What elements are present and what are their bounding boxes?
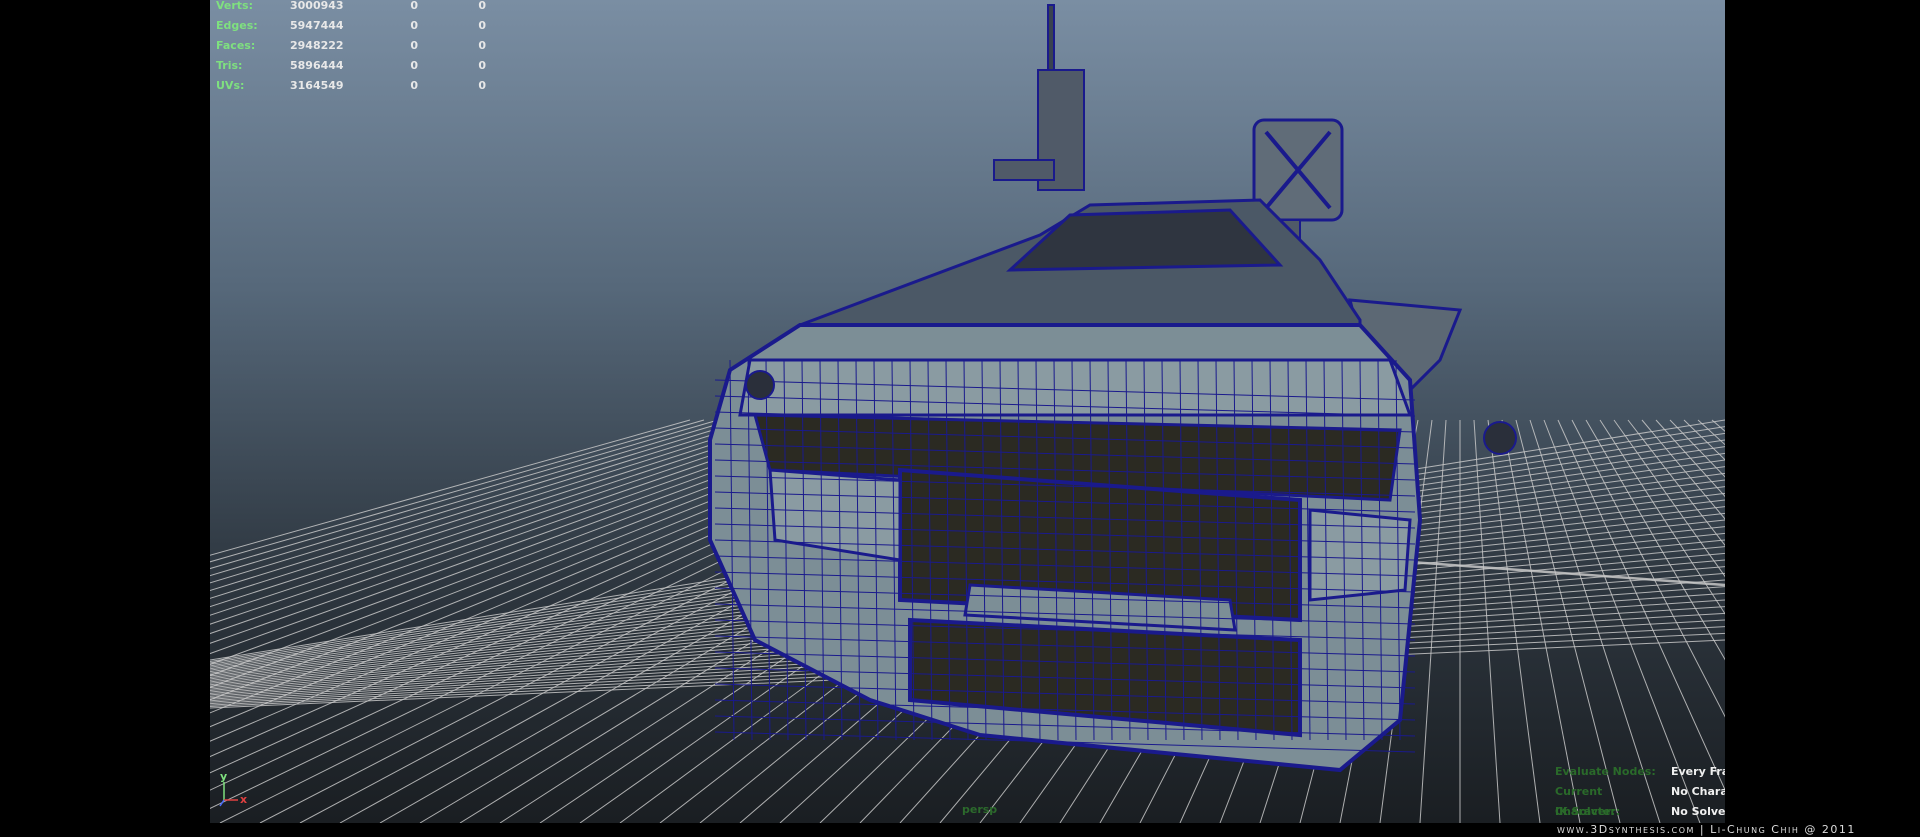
right-lamp (1483, 421, 1517, 455)
hud-c2: 0 (478, 0, 486, 12)
hud-row: Verts: 3000943 0 0 (216, 0, 486, 16)
hud-c1: 0 (410, 59, 418, 72)
axis-y-label: y (220, 770, 227, 783)
credit-text: www.3Dsynthesis.com | Li-Chung Chih @ 20… (1557, 823, 1856, 836)
status-row: Evaluate Nodes: Every Fran (1555, 762, 1725, 782)
axis-z-line (219, 799, 225, 807)
status-value: Every Fran (1671, 765, 1725, 778)
status-value: No Solver (1671, 805, 1725, 818)
hud-c1: 0 (410, 39, 418, 52)
left-lamp (745, 370, 775, 400)
hud-value: 5947444 (290, 19, 344, 32)
status-label: IK Solver: (1555, 805, 1616, 818)
hud-value: 3164549 (290, 79, 344, 92)
status-label: Evaluate Nodes: (1555, 765, 1656, 778)
hud-value: 2948222 (290, 39, 344, 52)
hud-row: UVs: 3164549 0 0 (216, 76, 486, 96)
hud-label: UVs: (216, 79, 245, 92)
hud-row: Tris: 5896444 0 0 (216, 56, 486, 76)
hud-c1: 0 (410, 79, 418, 92)
maya-viewport[interactable]: Verts: 3000943 0 0 Edges: 5947444 0 0 Faces: 2948… (210, 0, 1725, 823)
hud-value: 3000943 (290, 0, 344, 12)
sensor-arm (993, 159, 1055, 181)
vehicle-model[interactable] (708, 4, 1517, 773)
hud-label: Tris: (216, 59, 243, 72)
hud-label: Edges: (216, 19, 258, 32)
hud-c2: 0 (478, 19, 486, 32)
heads-up-status: Evaluate Nodes: Every Fran Current Charact… (1555, 762, 1725, 822)
hud-c1: 0 (410, 19, 418, 32)
scene-canvas[interactable] (210, 0, 1725, 823)
heads-up-poly-count: Verts: 3000943 0 0 Edges: 5947444 0 0 Faces: 2948… (216, 0, 486, 96)
hud-row: Faces: 2948222 0 0 (216, 36, 486, 56)
hud-c2: 0 (478, 39, 486, 52)
hud-c1: 0 (410, 0, 418, 12)
camera-name-label: persp (962, 803, 998, 816)
hud-label: Verts: (216, 0, 254, 12)
axis-x-label: x (240, 793, 247, 806)
status-label: Current Character: (1555, 785, 1621, 818)
status-row: IK Solver: No Solver (1555, 802, 1725, 822)
hud-c2: 0 (478, 59, 486, 72)
hud-label: Faces: (216, 39, 256, 52)
hud-c2: 0 (478, 79, 486, 92)
hud-row: Edges: 5947444 0 0 (216, 16, 486, 36)
status-value: No Charac (1671, 785, 1725, 798)
right-light-panel (1308, 508, 1412, 602)
hud-value: 5896444 (290, 59, 344, 72)
view-axis-gizmo: y x (219, 770, 247, 807)
status-row: Current Character: No Charac (1555, 782, 1725, 818)
cockpit (1006, 208, 1284, 272)
